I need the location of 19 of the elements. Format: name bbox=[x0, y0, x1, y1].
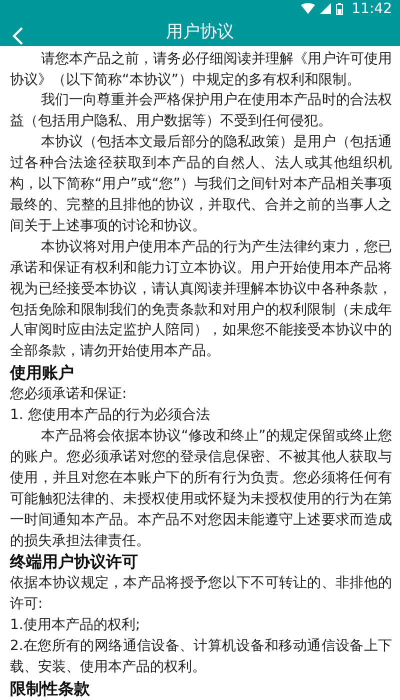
text-line: 您必须承诺和保证: bbox=[10, 385, 128, 404]
paragraph: 我们一向尊重并会严格保护用户在使用本产品时的合法权益（包括用户隐私、用户数据等）不受到任何侵犯。 bbox=[10, 91, 392, 132]
back-icon bbox=[12, 26, 24, 46]
text-line: 1. 您使用本产品的行为必须合法 bbox=[10, 406, 211, 426]
text-line: 1.使用本产品的权利; bbox=[10, 616, 142, 636]
clock-time: 11:42 bbox=[352, 0, 392, 17]
section-heading: 终端用户协议许可 bbox=[10, 551, 139, 574]
page-title: 用户协议 bbox=[166, 21, 234, 44]
section-heading: 限制性条款 bbox=[10, 678, 91, 700]
paragraph: 本协议（包括本文最后部分的隐私政策）是用户（包括通过各种合法途径获取到本产品的自然人、法人或其他组织机构，以下简称“用户”或“您”）与我们之间针对本产品相关事项最终的、完整的且排他的协议，并取代、合并之前的当事人之间关于上述事项的讨论和协议。 bbox=[10, 133, 392, 236]
paragraph: 本协议将对用户使用本产品的行为产生法律约束力，您已承诺和保证有权利和能力订立本协议。用户开始使用本产品将视为已经接受本协议，请认真阅读并理解本协议中各种条款，包括免除和限制我们的免责条款和对用户的权利限制（未成年人审阅时应由法定监护人陪同），如果您不能接受本协议中的全部条款，请勿开始使用本产品。 bbox=[10, 238, 392, 362]
text-line: 2.在您所有的网络通信设备、计算机设备和移动通信设备上下载、安装、使用本产品的权利。 bbox=[10, 637, 392, 678]
battery-icon bbox=[336, 2, 343, 15]
signal-icon bbox=[320, 3, 331, 14]
wifi-icon bbox=[300, 3, 315, 14]
paragraph: 请您本产品之前，请务必仔细阅读并理解《用户许可使用协议》（以下简称“本协议”）中规定的多有权利和限制。 bbox=[10, 50, 392, 90]
text-line: 依据本协议规定，本产品将授予您以下不可转让的、非排他的许可: bbox=[10, 574, 392, 614]
section-heading: 使用账户 bbox=[10, 362, 75, 384]
paragraph: 本产品将会依据本协议“修改和终止”的规定保留或终止您的账户。您必须承诺对您的登录信息保密、不被其他人获取与使用，并且对您在本账户下的所有行为负责。您必须将任何有可能触犯法律的、未授权使用或怀疑为未授权使用的行为在第一时间通知本产品。本产品不对您因未能遵守上述要求而造成的损失承担法律责任。 bbox=[10, 427, 392, 551]
